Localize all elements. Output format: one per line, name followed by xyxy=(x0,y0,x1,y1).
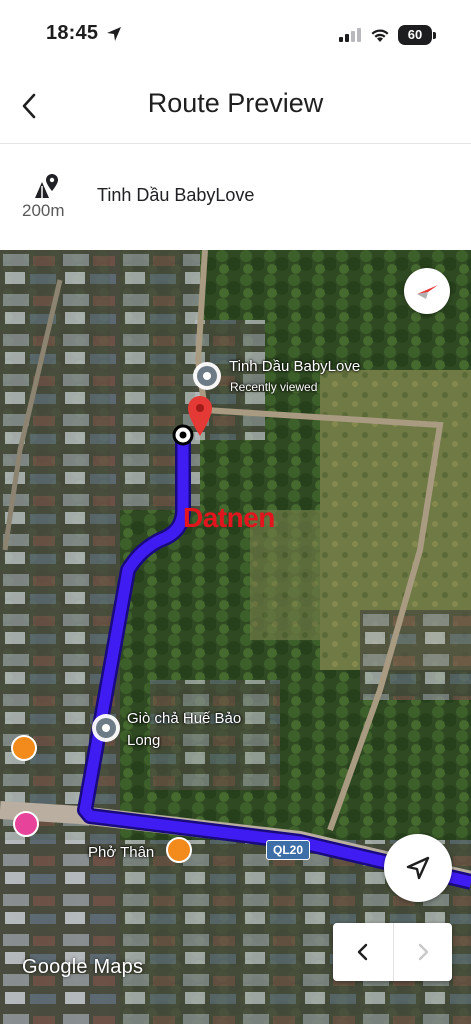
satellite-map[interactable]: Tinh Dầu BabyLove Recently viewed Giò ch… xyxy=(0,250,471,1024)
watermark-logo: Datnen xyxy=(183,502,275,533)
chevron-right-icon xyxy=(418,943,429,961)
chevron-left-icon xyxy=(357,943,368,961)
road-badge-ql20: QL20 xyxy=(266,840,311,860)
route-step[interactable]: 200m Tinh Dầu BabyLove xyxy=(0,144,471,250)
navigation-arrow-icon xyxy=(406,856,430,880)
battery-indicator: 60 xyxy=(398,25,432,45)
wifi-icon xyxy=(371,29,389,42)
cellular-signal-icon xyxy=(339,28,361,42)
step-distance: 200m xyxy=(22,201,65,220)
poi-label-gio-cha[interactable]: Giò chả Huế Bảo xyxy=(127,710,241,727)
page-title: Route Preview xyxy=(147,88,324,118)
status-time: 18:45 xyxy=(46,22,99,44)
step-destination-name: Tinh Dầu BabyLove xyxy=(97,185,255,205)
poi-sublabel-recently-viewed: Recently viewed xyxy=(230,380,318,394)
nav-header: Route Preview xyxy=(0,70,471,144)
location-arrow-icon xyxy=(107,27,121,41)
recenter-button[interactable] xyxy=(384,834,452,902)
compass-button[interactable] xyxy=(404,268,450,314)
previous-step-button[interactable] xyxy=(333,923,392,981)
status-bar: 18:45 60 xyxy=(0,0,471,70)
destination-maneuver-icon xyxy=(35,174,58,198)
poi-label-destination[interactable]: Tinh Dầu BabyLove xyxy=(229,358,360,375)
battery-cap xyxy=(433,32,436,39)
next-step-button[interactable] xyxy=(393,923,452,981)
compass-icon xyxy=(417,285,438,299)
step-pager xyxy=(333,923,452,981)
poi-label-gio-cha-line2: Long xyxy=(127,732,161,749)
poi-label-pho-than[interactable]: Phở Thân xyxy=(88,844,154,861)
google-maps-logo: Google Maps xyxy=(22,956,144,978)
